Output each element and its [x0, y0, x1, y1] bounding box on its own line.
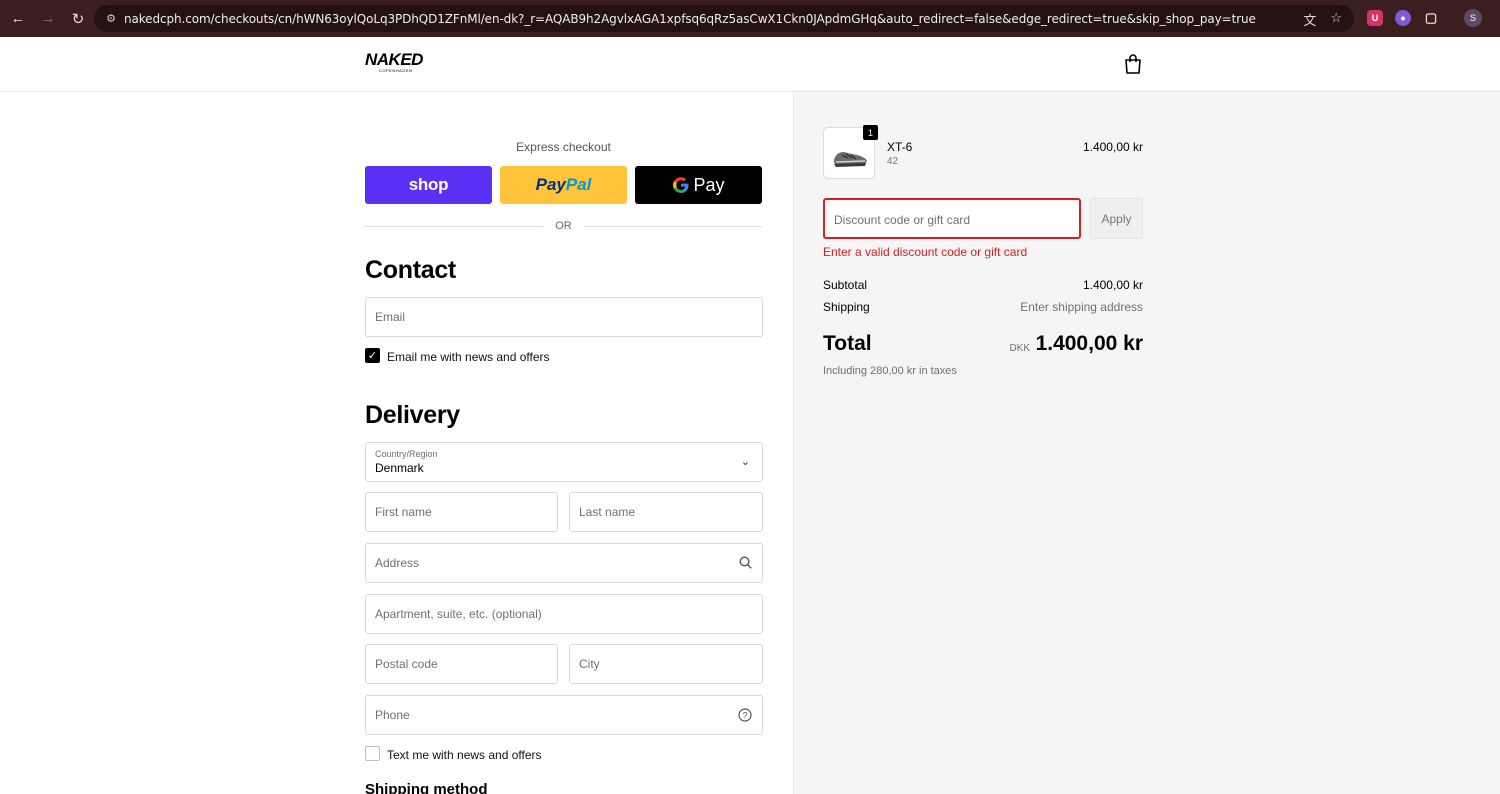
reload-icon[interactable]: ↻ [64, 5, 92, 33]
last-name-placeholder: Last name [579, 505, 636, 519]
country-value: Denmark [375, 461, 424, 475]
translate-icon[interactable]: 文 [1303, 10, 1316, 29]
email-placeholder: Email [375, 310, 406, 324]
or-label: OR [555, 220, 572, 232]
browser-toolbar: ← → ↻ ⚙ nakedcph.com/checkouts/cn/hWN63o… [0, 0, 1500, 37]
email-field[interactable]: Email [365, 297, 763, 337]
apartment-placeholder: Apartment, suite, etc. (optional) [375, 607, 542, 621]
shopping-bag-icon[interactable] [1124, 54, 1142, 74]
or-divider: OR [365, 219, 762, 233]
profile-avatar[interactable]: S [1464, 9, 1482, 27]
google-pay-button[interactable]: Pay [635, 166, 762, 204]
address-bar[interactable]: ⚙ nakedcph.com/checkouts/cn/hWN63oylQoLq… [94, 5, 1354, 32]
shop-pay-button[interactable]: shop [365, 166, 492, 204]
search-icon [739, 556, 752, 569]
total-value: 1.400,00 kr [1035, 332, 1143, 355]
help-circle-icon[interactable]: ? [738, 708, 752, 722]
discount-placeholder: Discount code or gift card [834, 213, 971, 227]
product-price: 1.400,00 kr [1082, 140, 1143, 154]
chevron-down-icon: ⌄ [740, 456, 750, 468]
total-label: Total [823, 332, 872, 355]
total-currency: DKK [1009, 343, 1030, 354]
naked-logo[interactable]: NAKED COPENHAGEN [365, 50, 423, 74]
delivery-heading: Delivery [365, 401, 460, 429]
bookmark-star-icon[interactable]: ☆ [1330, 10, 1342, 29]
forward-icon[interactable]: → [34, 5, 62, 33]
phone-field[interactable]: Phone ? [365, 695, 763, 735]
subtotal-value: 1.400,00 kr [1082, 278, 1143, 292]
svg-text:?: ? [742, 710, 747, 720]
city-placeholder: City [579, 657, 600, 671]
last-name-field[interactable]: Last name [569, 492, 763, 532]
contact-heading: Contact [365, 256, 456, 284]
subtotal-label: Subtotal [823, 278, 868, 292]
phone-placeholder: Phone [375, 708, 410, 722]
extensions-puzzle-icon[interactable]: ▢ [1423, 10, 1439, 26]
shop-pay-label: shop [408, 175, 449, 194]
paypal-button[interactable]: Pay Pal [500, 166, 627, 204]
discount-error-message: Enter a valid discount code or gift card [823, 245, 1028, 259]
url-text[interactable]: nakedcph.com/checkouts/cn/hWN63oylQoLq3P… [124, 12, 1256, 26]
first-name-field[interactable]: First name [365, 492, 558, 532]
logo-wordmark: NAKED [365, 50, 423, 69]
back-icon[interactable]: ← [4, 5, 32, 33]
first-name-placeholder: First name [375, 505, 432, 519]
postal-code-field[interactable]: Postal code [365, 644, 558, 684]
express-checkout-label: Express checkout [516, 140, 611, 154]
apartment-field[interactable]: Apartment, suite, etc. (optional) [365, 594, 763, 634]
email-newsletter-checkbox[interactable]: ✓ [365, 348, 380, 363]
address-placeholder: Address [375, 556, 420, 570]
postal-code-placeholder: Postal code [375, 657, 438, 671]
country-label: Country/Region [375, 449, 438, 459]
discount-code-input[interactable]: Discount code or gift card [823, 198, 1081, 239]
taxes-note: Including 280,00 kr in taxes [823, 365, 957, 377]
shipping-method-heading: Shipping method [365, 781, 488, 794]
shipping-value: Enter shipping address [1020, 300, 1143, 314]
email-newsletter-label[interactable]: Email me with news and offers [387, 350, 550, 364]
extension-icon[interactable]: ● [1395, 10, 1411, 26]
city-field[interactable]: City [569, 644, 763, 684]
paypal-label-part1: Pay [535, 175, 566, 194]
country-select[interactable]: Country/Region Denmark ⌄ [365, 442, 763, 482]
sms-newsletter-checkbox[interactable] [365, 746, 380, 761]
address-field[interactable]: Address [365, 543, 763, 583]
product-name: XT-6 [887, 140, 913, 154]
site-settings-icon[interactable]: ⚙ [100, 12, 122, 25]
paypal-label-part2: Pal [565, 175, 592, 194]
quantity-badge: 1 [863, 125, 878, 140]
apply-discount-button[interactable]: Apply [1090, 198, 1143, 239]
product-variant: 42 [887, 156, 899, 167]
google-pay-label: Pay [693, 174, 725, 195]
ublock-extension-icon[interactable]: U [1367, 10, 1383, 26]
sms-newsletter-label[interactable]: Text me with news and offers [387, 748, 542, 762]
shipping-label: Shipping [823, 300, 870, 314]
site-header: NAKED COPENHAGEN [0, 37, 1500, 92]
google-g-icon [673, 177, 689, 193]
